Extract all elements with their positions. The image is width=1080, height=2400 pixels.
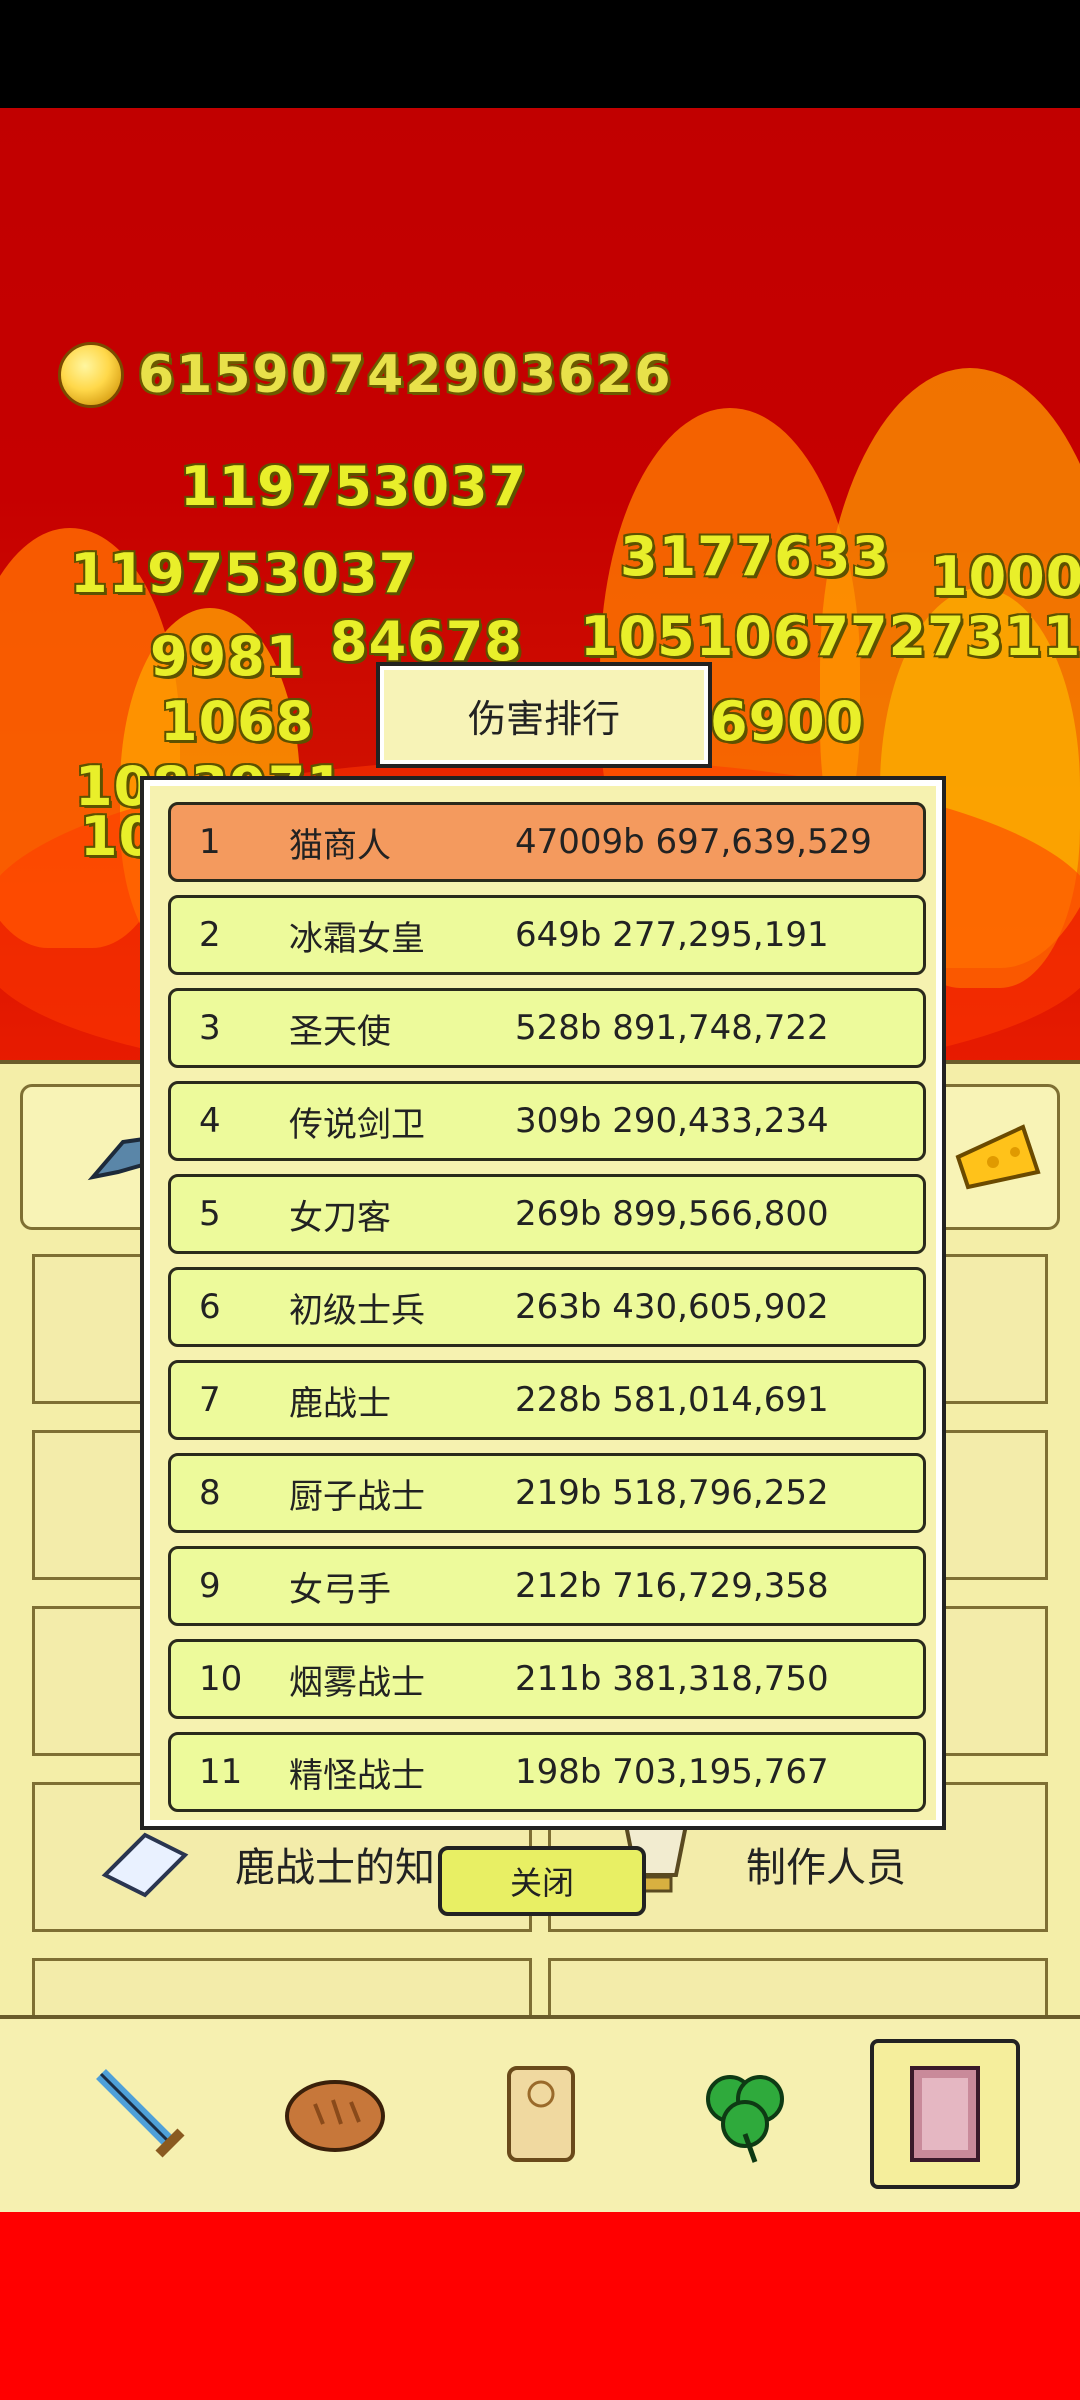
- rank-number: 1: [199, 822, 221, 862]
- damage-value: 198b 703,195,767: [515, 1752, 829, 1792]
- dialog-title: 伤害排行: [376, 662, 712, 768]
- cheese-icon: [955, 1124, 1041, 1190]
- damage-number: 6900: [710, 690, 865, 753]
- damage-number: 1051067727311: [580, 605, 1080, 668]
- ranking-row[interactable]: 5 女刀客 269b 899,566,800: [168, 1174, 926, 1254]
- damage-number: 1000: [930, 545, 1080, 608]
- ranking-row[interactable]: 11 精怪战士 198b 703,195,767: [168, 1732, 926, 1812]
- unit-name: 冰霜女皇: [289, 918, 425, 959]
- ranking-row[interactable]: 2 冰霜女皇 649b 277,295,191: [168, 895, 926, 975]
- sword-icon: [96, 2069, 185, 2158]
- damage-value: 212b 716,729,358: [515, 1566, 829, 1606]
- rank-number: 3: [199, 1008, 221, 1048]
- unit-name: 女弓手: [289, 1569, 391, 1610]
- damage-value: 228b 581,014,691: [515, 1380, 829, 1420]
- rank-number: 5: [199, 1194, 221, 1234]
- rank-number: 6: [199, 1287, 221, 1327]
- unit-name: 初级士兵: [289, 1290, 425, 1331]
- gold-counter: 61590742903626: [58, 340, 673, 410]
- close-button[interactable]: 关闭: [438, 1846, 646, 1916]
- unit-name: 精怪战士: [289, 1755, 425, 1796]
- rank-number: 9: [199, 1566, 221, 1606]
- ranking-row[interactable]: 8 厨子战士 219b 518,796,252: [168, 1453, 926, 1533]
- ranking-row[interactable]: 10 烟雾战士 211b 381,318,750: [168, 1639, 926, 1719]
- damage-value: 219b 518,796,252: [515, 1473, 829, 1513]
- damage-value: 649b 277,295,191: [515, 915, 829, 955]
- rank-number: 8: [199, 1473, 221, 1513]
- nav-book[interactable]: [870, 2039, 1020, 2189]
- status-bar: [0, 0, 1080, 108]
- damage-value: 309b 290,433,234: [515, 1101, 829, 1141]
- ranking-row[interactable]: 1 猫商人 47009b 697,639,529: [168, 802, 926, 882]
- scroll-icon: [507, 2066, 575, 2162]
- damage-value: 528b 891,748,722: [515, 1008, 829, 1048]
- ranking-row[interactable]: 3 圣天使 528b 891,748,722: [168, 988, 926, 1068]
- bottom-nav: [0, 2015, 1080, 2218]
- unit-name: 厨子战士: [289, 1476, 425, 1517]
- knowledge-label: 鹿战士的知: [235, 1845, 435, 1891]
- damage-number: 1068: [160, 690, 315, 753]
- damage-value: 263b 430,605,902: [515, 1287, 829, 1327]
- unit-name: 传说剑卫: [289, 1104, 425, 1145]
- unit-name: 圣天使: [289, 1011, 391, 1052]
- unit-name: 猫商人: [289, 825, 391, 866]
- damage-value: 47009b 697,639,529: [515, 822, 872, 862]
- unit-name: 女刀客: [289, 1197, 391, 1238]
- unit-name: 烟雾战士: [289, 1662, 425, 1703]
- damage-ranking-dialog: 1 猫商人 47009b 697,639,529 2 冰霜女皇 649b 277…: [140, 776, 946, 1830]
- nav-clover[interactable]: [670, 2039, 820, 2189]
- damage-number: 9981: [150, 625, 305, 688]
- damage-number: 119753037: [70, 542, 418, 605]
- gold-coin-icon: [58, 342, 124, 408]
- damage-value: 211b 381,318,750: [515, 1659, 829, 1699]
- credits-label: 制作人员: [746, 1845, 906, 1891]
- damage-number: 3177633: [620, 525, 891, 588]
- nav-scroll[interactable]: [466, 2039, 616, 2189]
- book-icon: [910, 2066, 980, 2162]
- rank-number: 10: [199, 1659, 243, 1699]
- damage-number: 119753037: [180, 455, 528, 518]
- ranking-row[interactable]: 6 初级士兵 263b 430,605,902: [168, 1267, 926, 1347]
- ranking-row[interactable]: 4 传说剑卫 309b 290,433,234: [168, 1081, 926, 1161]
- damage-value: 269b 899,566,800: [515, 1194, 829, 1234]
- unit-name: 鹿战士: [289, 1383, 391, 1424]
- bottom-area: [0, 2212, 1080, 2400]
- clover-icon: [706, 2075, 784, 2163]
- rank-number: 4: [199, 1101, 221, 1141]
- bread-icon: [285, 2080, 385, 2152]
- ranking-row[interactable]: 9 女弓手 212b 716,729,358: [168, 1546, 926, 1626]
- nav-bread[interactable]: [260, 2039, 410, 2189]
- gold-amount: 61590742903626: [138, 345, 673, 405]
- rank-number: 11: [199, 1752, 243, 1792]
- nav-sword[interactable]: [66, 2039, 216, 2189]
- rank-number: 7: [199, 1380, 221, 1420]
- ranking-row[interactable]: 7 鹿战士 228b 581,014,691: [168, 1360, 926, 1440]
- rank-number: 2: [199, 915, 221, 955]
